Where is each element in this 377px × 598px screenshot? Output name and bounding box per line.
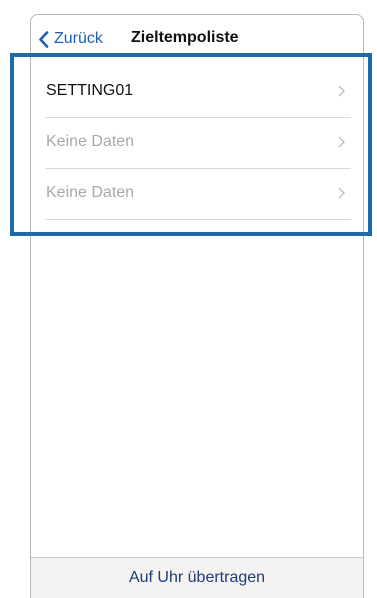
transfer-to-watch-button[interactable]: Auf Uhr übertragen bbox=[129, 569, 265, 587]
chevron-left-icon bbox=[39, 30, 49, 48]
back-button[interactable]: Zurück bbox=[38, 27, 103, 51]
navigation-bar: Zurück Zieltempoliste bbox=[31, 15, 363, 55]
back-label: Zurück bbox=[54, 30, 103, 47]
bottom-toolbar: Auf Uhr übertragen bbox=[31, 557, 363, 598]
page-title: Zieltempoliste bbox=[131, 29, 239, 46]
highlight-frame bbox=[10, 53, 372, 236]
